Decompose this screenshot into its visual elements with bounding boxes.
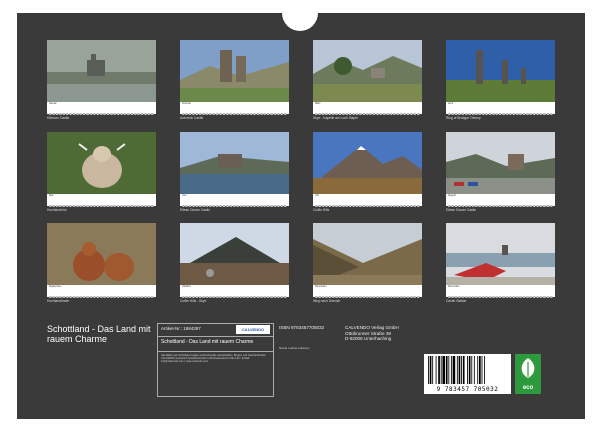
day-strip	[315, 289, 420, 298]
month-card: Januar	[47, 40, 156, 115]
month-name: Januar	[49, 102, 57, 105]
month-photo	[446, 132, 555, 194]
month-photo	[47, 132, 156, 194]
barcode: 9 783457 705032	[424, 354, 511, 394]
month-card: April	[446, 40, 555, 115]
month-name: Mai	[49, 194, 54, 197]
barcode-number: 9 783457 705032	[436, 386, 499, 393]
month-caption: Castle Stalker	[446, 299, 467, 303]
month-name: März	[315, 102, 321, 105]
day-strip	[182, 106, 287, 115]
calendar-title: Schottland - Das Land mit rauem Charme	[47, 324, 151, 344]
day-strip	[49, 198, 154, 207]
day-strip	[448, 106, 553, 115]
product-info-box: Artikel-Nr.: 1984397 CALVENDO Schottland…	[157, 323, 274, 397]
month-photo	[47, 223, 156, 285]
product-subtitle: Schottland - Das Land mit rauem Charme	[158, 336, 273, 347]
publisher-address: CALVENDO Verlag GmbH Ottobrunner Straße …	[345, 325, 399, 342]
month-photo	[313, 40, 422, 102]
publisher-line: D-82008 Unterhaching	[345, 336, 392, 341]
month-photo	[180, 40, 289, 102]
isbn: ISBN 9783457705032	[279, 325, 325, 330]
month-name: Oktober	[182, 285, 191, 288]
eco-badge: eco	[515, 354, 541, 394]
month-photo	[180, 132, 289, 194]
month-card: Mai	[47, 132, 156, 207]
article-number: Artikel-Nr.: 1984397	[161, 326, 201, 331]
month-name: April	[448, 102, 454, 105]
eco-label: eco	[522, 385, 534, 391]
month-photo	[446, 223, 555, 285]
month-card: Dezember	[446, 223, 555, 298]
month-caption: Eilean Donan Castle	[446, 208, 477, 212]
month-name: November	[315, 285, 327, 288]
day-strip	[182, 198, 287, 207]
barcode-bars	[428, 356, 485, 384]
month-caption: Hochlandrinder	[47, 299, 70, 303]
month-photo	[180, 223, 289, 285]
brand-logo: CALVENDO	[236, 325, 270, 334]
month-card: Juni	[180, 132, 289, 207]
month-card: August	[446, 132, 555, 207]
month-photo	[446, 40, 555, 102]
artist-name: Nicole Lauher-Harksny	[279, 346, 310, 350]
month-card: November	[313, 223, 422, 298]
month-caption: Kilchurn Castle	[47, 116, 70, 120]
day-strip	[49, 289, 154, 298]
month-card: September	[47, 223, 156, 298]
day-strip	[315, 198, 420, 207]
day-strip	[182, 289, 287, 298]
month-caption: Cuillin Hills - Skye	[180, 299, 207, 303]
month-caption: Cuillin Hills	[313, 208, 330, 212]
month-name: Juli	[315, 194, 319, 197]
month-caption: Skye - Kapelle am Loch Slapin	[313, 116, 358, 120]
month-caption: Weg nach Garnish	[313, 299, 341, 303]
month-photo	[313, 223, 422, 285]
month-card: März	[313, 40, 422, 115]
month-name: Dezember	[448, 285, 460, 288]
month-card: Juli	[313, 132, 422, 207]
day-strip	[49, 106, 154, 115]
month-name: Februar	[182, 102, 191, 105]
day-strip	[448, 289, 553, 298]
month-card: Februar	[180, 40, 289, 115]
month-name: Juni	[182, 194, 187, 197]
month-caption: Eilean Donan Castle	[180, 208, 211, 212]
leaf-icon	[521, 358, 535, 378]
month-name: August	[448, 194, 456, 197]
month-name: September	[49, 285, 62, 288]
month-caption: Ring of Brodgar Orkney	[446, 116, 481, 120]
day-strip	[315, 106, 420, 115]
month-caption: Hochlandrind	[47, 208, 67, 212]
publisher-line: CALVENDO Verlag GmbH	[345, 325, 399, 330]
product-description: Alle Bilder aus Schottland zeigen eindru…	[158, 351, 273, 366]
month-caption: Ardvreck Castle	[180, 116, 204, 120]
month-photo	[47, 40, 156, 102]
month-photo	[313, 132, 422, 194]
day-strip	[448, 198, 553, 207]
month-card: Oktober	[180, 223, 289, 298]
